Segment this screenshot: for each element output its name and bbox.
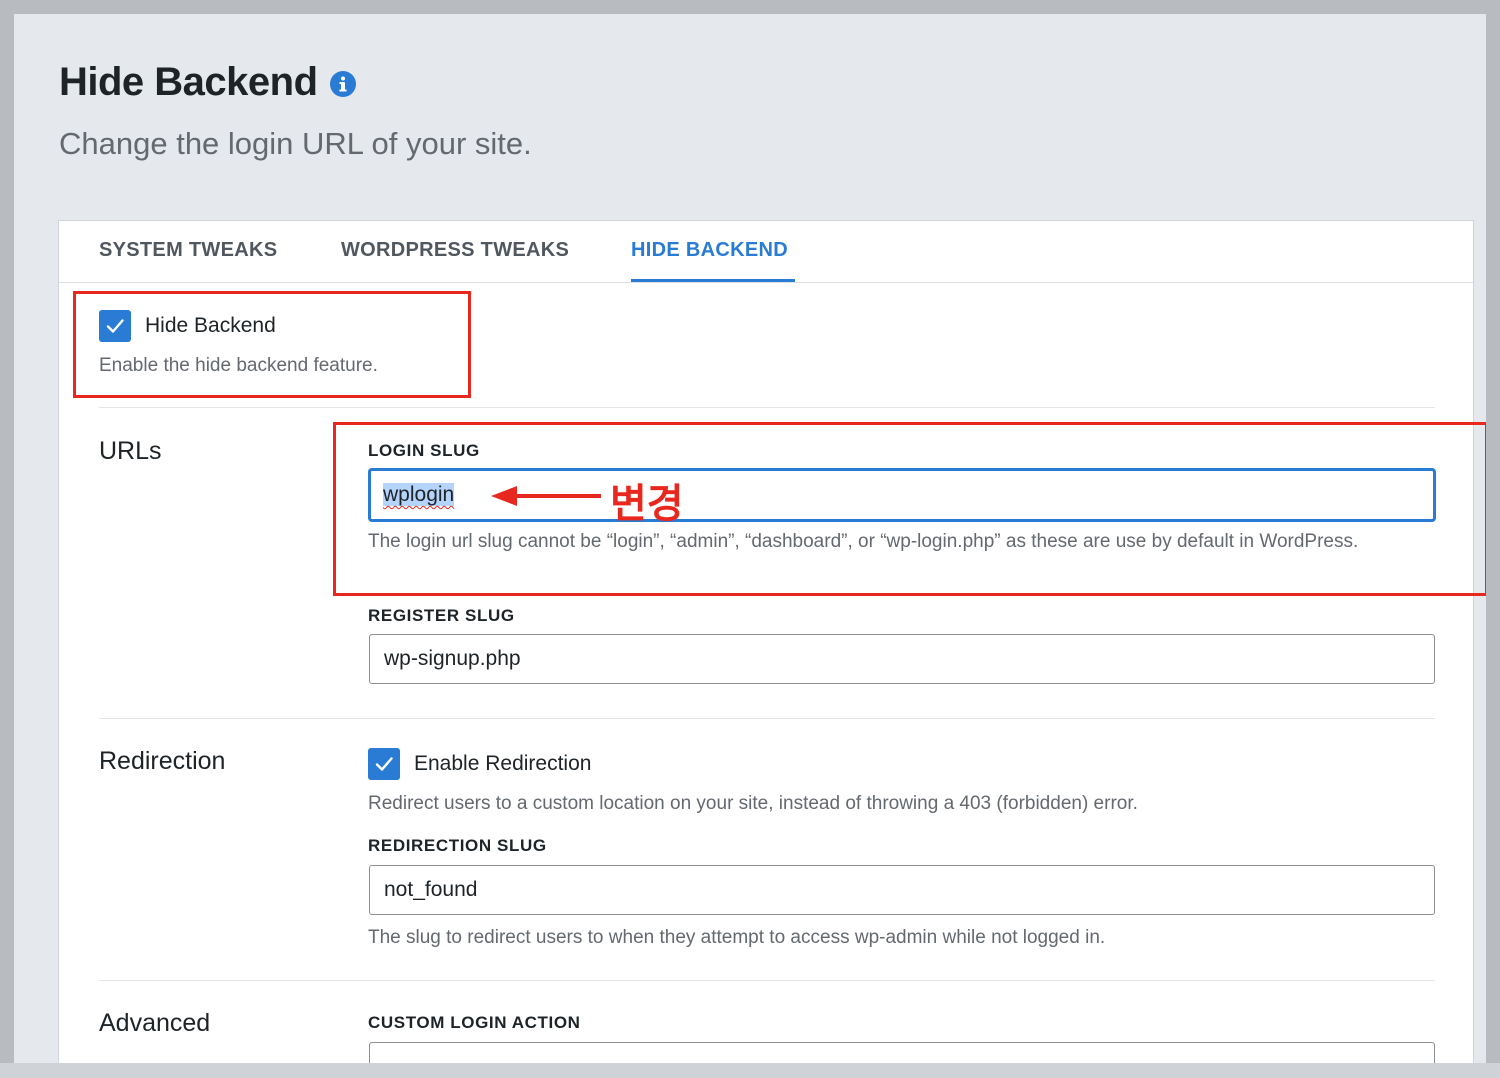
divider bbox=[99, 407, 1435, 408]
enable-redirection-help: Redirect users to a custom location on y… bbox=[368, 793, 1138, 814]
login-slug-help: The login url slug cannot be “login”, “a… bbox=[368, 531, 1359, 552]
redirection-slug-input[interactable] bbox=[369, 865, 1435, 915]
enable-redirection-label: Enable Redirection bbox=[414, 752, 592, 775]
custom-login-action-input[interactable] bbox=[369, 1042, 1435, 1064]
login-slug-label: LOGIN SLUG bbox=[368, 441, 480, 460]
register-slug-label: REGISTER SLUG bbox=[368, 606, 515, 625]
page-title: Hide Backend bbox=[59, 60, 356, 105]
active-tab-indicator bbox=[631, 279, 795, 282]
section-label-urls: URLs bbox=[99, 437, 162, 465]
redirection-slug-label: REDIRECTION SLUG bbox=[368, 836, 547, 855]
page-subtitle: Change the login URL of your site. bbox=[59, 126, 532, 161]
section-label-redirection: Redirection bbox=[99, 747, 226, 775]
tab-wordpress-tweaks[interactable]: WORDPRESS TWEAKS bbox=[341, 239, 569, 262]
settings-page: Hide Backend Change the login URL of you… bbox=[14, 14, 1486, 1064]
hide-backend-row: Hide Backend bbox=[99, 310, 276, 342]
checkmark-icon bbox=[375, 757, 393, 771]
hide-backend-checkbox[interactable] bbox=[99, 310, 131, 342]
window-bottom-edge bbox=[0, 1063, 1500, 1078]
hide-backend-label: Hide Backend bbox=[145, 314, 276, 337]
register-slug-input[interactable] bbox=[369, 634, 1435, 684]
tab-bar: SYSTEM TWEAKS WORDPRESS TWEAKS HIDE BACK… bbox=[59, 221, 1473, 283]
info-icon[interactable] bbox=[329, 70, 356, 97]
page-title-text: Hide Backend bbox=[59, 60, 318, 104]
enable-redirection-checkbox[interactable] bbox=[368, 748, 400, 780]
section-label-advanced: Advanced bbox=[99, 1009, 211, 1037]
redirection-slug-help: The slug to redirect users to when they … bbox=[368, 927, 1106, 948]
login-slug-value: wplogin bbox=[383, 483, 455, 507]
enable-redirection-row: Enable Redirection bbox=[368, 748, 591, 780]
annotation-arrow-icon bbox=[491, 486, 601, 506]
tab-hide-backend[interactable]: HIDE BACKEND bbox=[631, 239, 788, 262]
divider bbox=[99, 980, 1435, 981]
tab-system-tweaks[interactable]: SYSTEM TWEAKS bbox=[99, 239, 277, 262]
login-slug-selected-text: wplogin bbox=[383, 483, 455, 506]
settings-panel: SYSTEM TWEAKS WORDPRESS TWEAKS HIDE BACK… bbox=[58, 220, 1474, 1064]
custom-login-action-label: CUSTOM LOGIN ACTION bbox=[368, 1013, 581, 1032]
annotation-text: 변경 bbox=[610, 482, 684, 526]
divider bbox=[99, 718, 1435, 719]
checkmark-icon bbox=[106, 319, 124, 333]
hide-backend-help: Enable the hide backend feature. bbox=[99, 355, 378, 376]
